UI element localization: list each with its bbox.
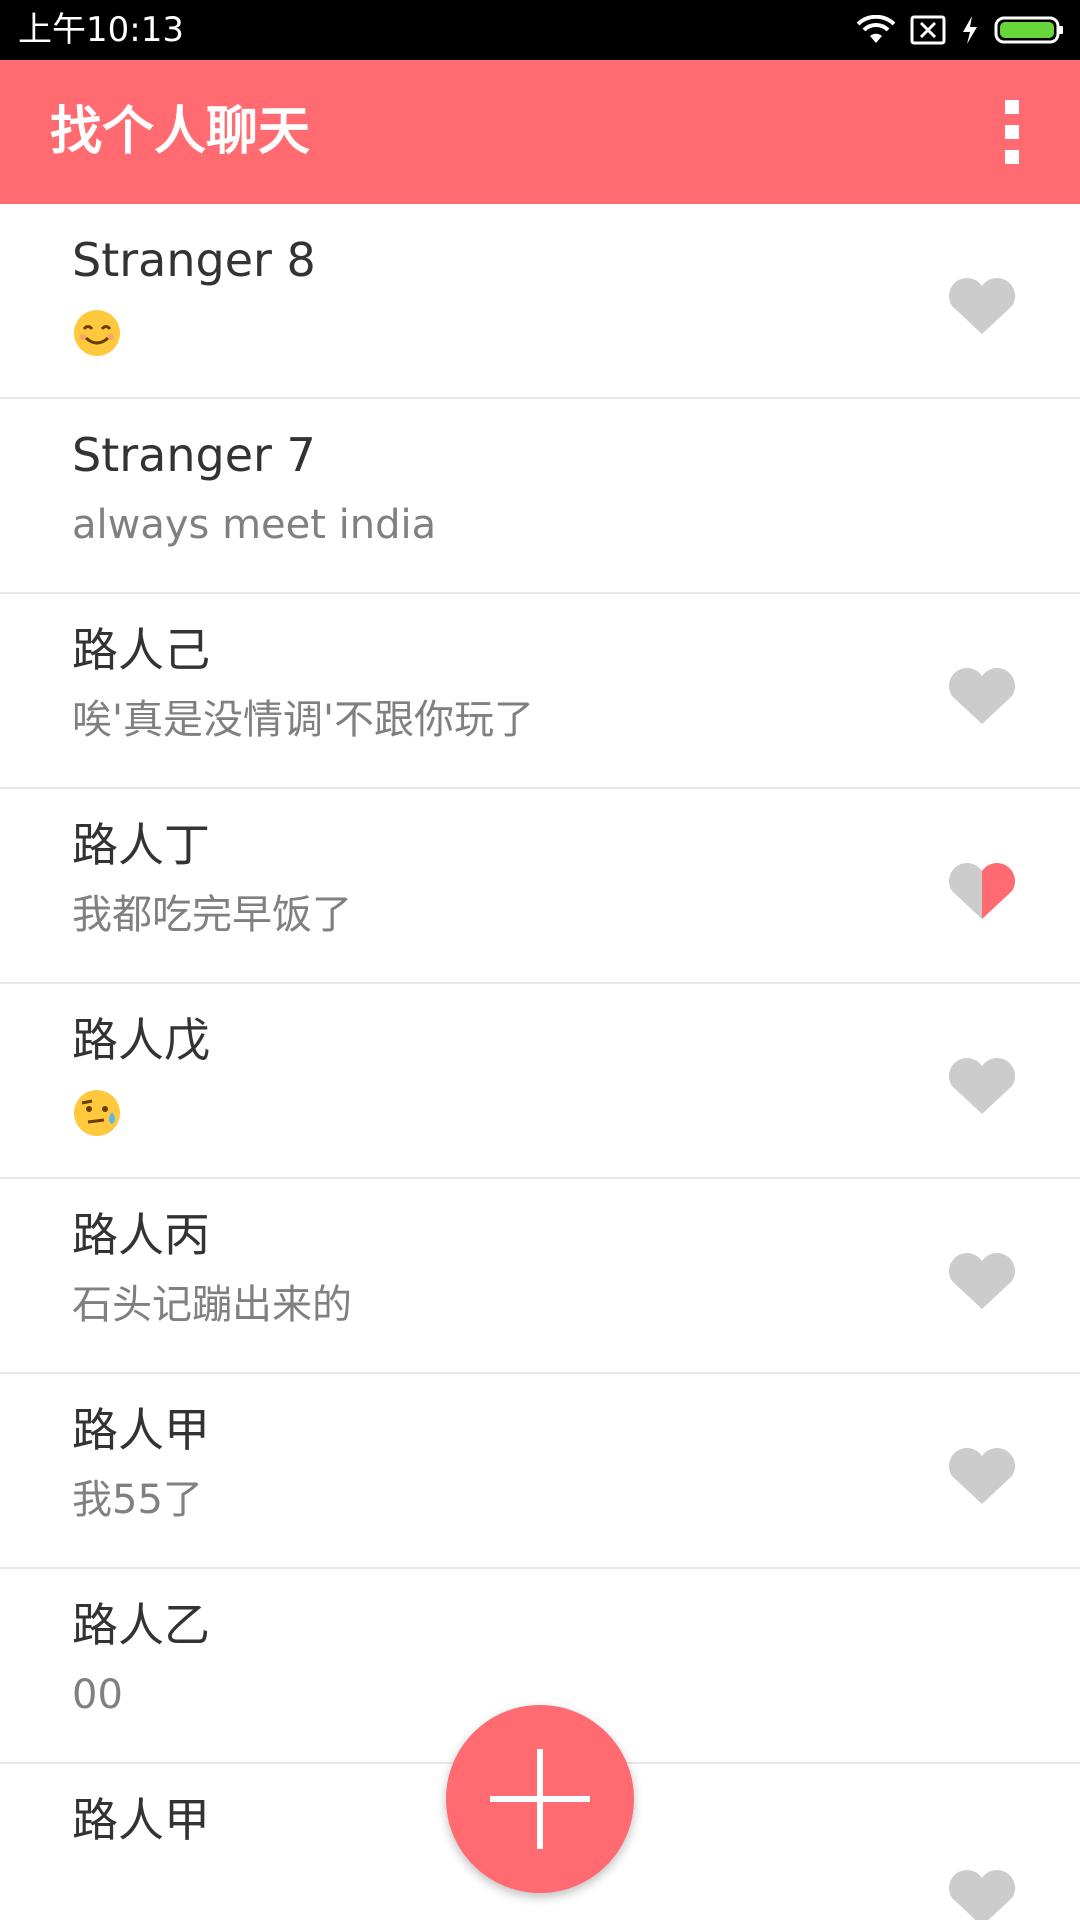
no-sim-icon [910, 15, 946, 45]
chat-name: Stranger 8 [72, 233, 316, 287]
chat-message: 唉'真是没情调'不跟你玩了 [72, 697, 534, 743]
chat-name: 路人丙 [72, 1208, 210, 1262]
chat-name: 路人乙 [72, 1598, 210, 1652]
chat-row[interactable]: Stranger 7 always meet india [0, 399, 1080, 594]
chat-row[interactable]: 路人己 唉'真是没情调'不跟你玩了 [0, 594, 1080, 789]
chat-message: 00 [72, 1672, 123, 1718]
wifi-icon [856, 15, 896, 43]
chat-row[interactable]: 路人戊 [0, 984, 1080, 1179]
add-chat-button[interactable] [446, 1705, 634, 1893]
chat-name: Stranger 7 [72, 428, 316, 482]
heart-icon[interactable] [946, 276, 1018, 336]
status-icons [856, 12, 1064, 48]
app-bar: 找个人聊天 [0, 60, 1080, 204]
chat-name: 路人丁 [72, 818, 210, 872]
chat-name: 路人甲 [72, 1793, 210, 1847]
app-title: 找个人聊天 [50, 102, 311, 162]
chat-row[interactable]: 路人甲 我55了 [0, 1374, 1080, 1569]
smiling-face-icon [74, 310, 120, 356]
heart-icon[interactable] [946, 666, 1018, 726]
heart-icon[interactable] [946, 1446, 1018, 1506]
chat-row[interactable]: 路人丁 我都吃完早饭了 [0, 789, 1080, 984]
chat-name: 路人己 [72, 623, 210, 677]
battery-icon [994, 16, 1063, 44]
chat-message: 石头记蹦出来的 [72, 1282, 352, 1328]
status-bar: 上午10:13 [0, 0, 1080, 60]
heart-icon[interactable] [946, 1056, 1018, 1116]
heart-icon[interactable] [946, 1868, 1018, 1920]
chat-message: always meet india [72, 502, 437, 548]
chat-row[interactable]: 路人丙 石头记蹦出来的 [0, 1179, 1080, 1374]
charging-icon [963, 16, 977, 44]
chat-name: 路人戊 [72, 1013, 210, 1067]
chat-list: Stranger 8 Stranger 7 always meet india … [0, 204, 1080, 1920]
chat-message: 我55了 [72, 1477, 203, 1523]
sweat-face-icon [74, 1090, 120, 1136]
more-vert-icon[interactable] [992, 100, 1032, 164]
chat-name: 路人甲 [72, 1403, 210, 1457]
heart-icon[interactable] [946, 1251, 1018, 1311]
status-time: 上午10:13 [18, 10, 184, 50]
chat-message: 我都吃完早饭了 [72, 892, 352, 938]
chat-row[interactable]: Stranger 8 [0, 204, 1080, 399]
half-heart-icon[interactable] [946, 861, 1018, 921]
